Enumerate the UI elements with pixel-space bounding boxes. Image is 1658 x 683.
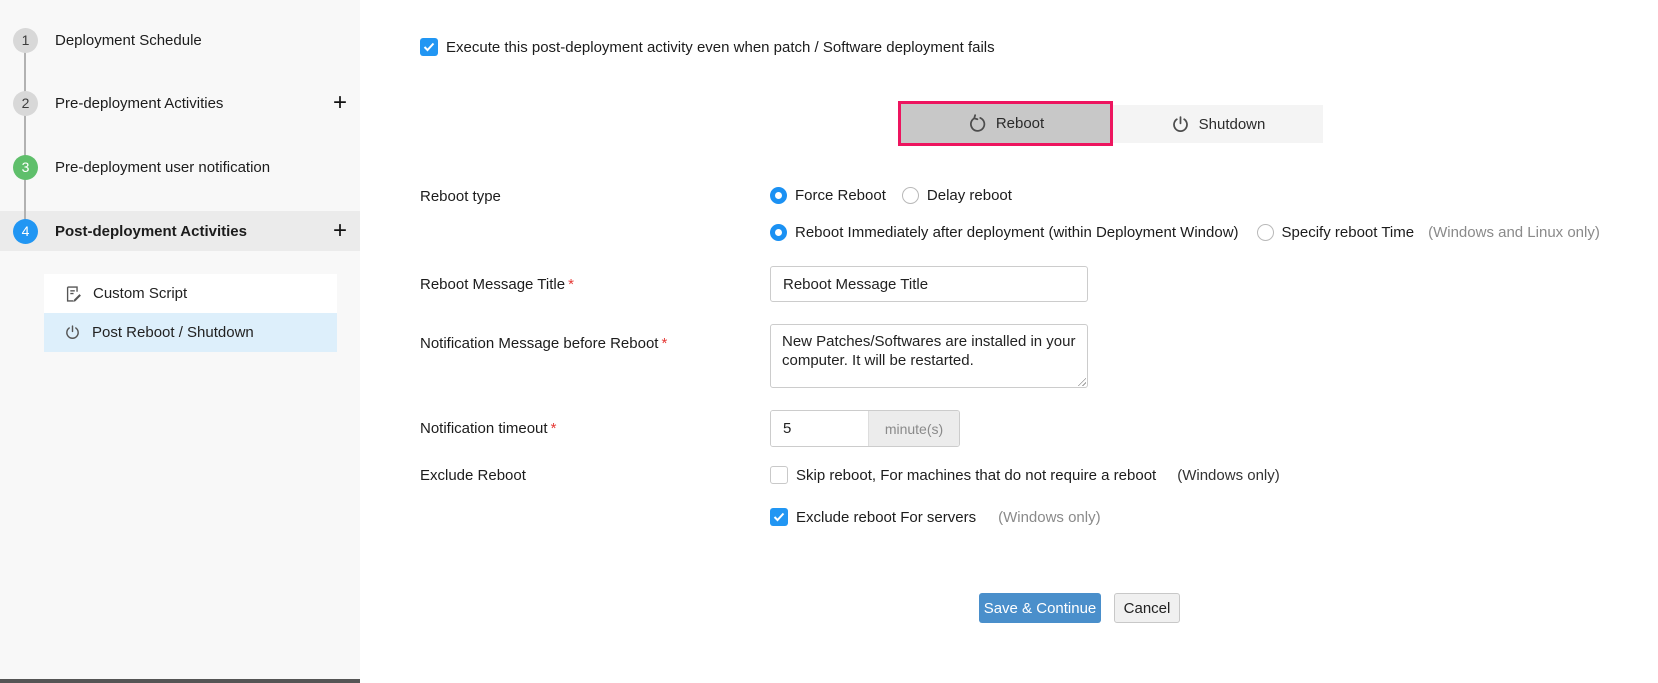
radio-label: Specify reboot Time (1282, 224, 1415, 241)
required-asterisk: * (568, 276, 574, 293)
notification-timeout-input[interactable] (771, 411, 868, 446)
radio-force-reboot[interactable]: Force Reboot (770, 187, 886, 204)
window-edge (0, 679, 360, 683)
label-text: Notification Message before Reboot (420, 335, 658, 352)
sidebar-item-pre-deployment-activities[interactable]: 2 Pre-deployment Activities + (0, 90, 360, 116)
step-label: Deployment Schedule (55, 32, 202, 49)
notification-message-label: Notification Message before Reboot* (420, 335, 667, 352)
radio-icon (1257, 224, 1274, 241)
step-connector-line (24, 40, 26, 233)
label-text: Reboot Message Title (420, 276, 565, 293)
add-icon[interactable]: + (333, 219, 347, 243)
radio-specify-reboot-time[interactable]: Specify reboot Time (1257, 224, 1415, 241)
script-icon (64, 285, 82, 303)
radio-icon (770, 224, 787, 241)
step-number-badge: 2 (13, 91, 38, 116)
tab-reboot[interactable]: Reboot (898, 101, 1113, 146)
required-asterisk: * (661, 335, 667, 352)
radio-label: Reboot Immediately after deployment (wit… (795, 224, 1239, 241)
sidebar-item-custom-script[interactable]: Custom Script (44, 274, 337, 313)
notification-message-textarea[interactable]: New Patches/Softwares are installed in y… (770, 324, 1088, 388)
step-number-badge: 4 (13, 219, 38, 244)
exclude-servers-checkbox[interactable] (770, 508, 788, 526)
reboot-type-options-row1: Force Reboot Delay reboot (770, 187, 1012, 204)
tab-label: Shutdown (1199, 116, 1266, 133)
notification-timeout-field: minute(s) (770, 410, 960, 447)
step-label: Pre-deployment user notification (55, 159, 270, 176)
platform-note: (Windows only) (998, 509, 1101, 526)
execute-activity-label: Execute this post-deployment activity ev… (446, 39, 995, 56)
platform-note: (Windows and Linux only) (1428, 224, 1600, 241)
step-number-badge: 3 (13, 155, 38, 180)
timeout-unit-label: minute(s) (868, 411, 959, 446)
cancel-button[interactable]: Cancel (1114, 593, 1180, 623)
reboot-message-title-label: Reboot Message Title* (420, 276, 574, 293)
required-asterisk: * (551, 420, 557, 437)
notification-timeout-label: Notification timeout* (420, 420, 556, 437)
sidebar-item-deployment-schedule[interactable]: 1 Deployment Schedule (0, 27, 360, 53)
radio-label: Force Reboot (795, 187, 886, 204)
execute-activity-checkbox[interactable] (420, 38, 438, 56)
reboot-message-title-input[interactable] (770, 266, 1088, 302)
step-number-badge: 1 (13, 28, 38, 53)
add-icon[interactable]: + (333, 91, 347, 115)
sidebar-item-post-reboot-shutdown[interactable]: Post Reboot / Shutdown (44, 313, 337, 352)
step-label: Post-deployment Activities (55, 223, 247, 240)
reboot-type-label: Reboot type (420, 188, 501, 205)
skip-reboot-row: Skip reboot, For machines that do not re… (770, 466, 1280, 484)
tab-shutdown[interactable]: Shutdown (1113, 105, 1323, 143)
reboot-type-options-row2: Reboot Immediately after deployment (wit… (770, 224, 1600, 241)
radio-reboot-immediately[interactable]: Reboot Immediately after deployment (wit… (770, 224, 1239, 241)
check-icon (423, 42, 435, 52)
reboot-icon (967, 114, 987, 134)
sub-item-label: Post Reboot / Shutdown (92, 324, 254, 341)
label-text: Notification timeout (420, 420, 548, 437)
shutdown-icon (1171, 115, 1190, 134)
radio-label: Delay reboot (927, 187, 1012, 204)
power-icon (64, 324, 81, 341)
skip-reboot-checkbox[interactable] (770, 466, 788, 484)
exclude-servers-row: Exclude reboot For servers (Windows only… (770, 508, 1101, 526)
execute-activity-row: Execute this post-deployment activity ev… (420, 38, 995, 56)
save-continue-button[interactable]: Save & Continue (979, 593, 1101, 623)
radio-icon (902, 187, 919, 204)
wizard-sidebar: 1 Deployment Schedule 2 Pre-deployment A… (0, 0, 360, 683)
check-icon (773, 512, 785, 522)
step-label: Pre-deployment Activities (55, 95, 223, 112)
exclude-servers-label: Exclude reboot For servers (796, 509, 976, 526)
exclude-reboot-label: Exclude Reboot (420, 467, 526, 484)
skip-reboot-label: Skip reboot, For machines that do not re… (796, 467, 1156, 484)
radio-icon (770, 187, 787, 204)
tab-label: Reboot (996, 115, 1044, 132)
sub-item-label: Custom Script (93, 285, 187, 302)
radio-delay-reboot[interactable]: Delay reboot (902, 187, 1012, 204)
sidebar-item-post-deployment-activities[interactable]: 4 Post-deployment Activities + (0, 211, 360, 251)
sidebar-item-pre-deployment-user-notification[interactable]: 3 Pre-deployment user notification (0, 154, 360, 180)
platform-note: (Windows only) (1177, 467, 1280, 484)
